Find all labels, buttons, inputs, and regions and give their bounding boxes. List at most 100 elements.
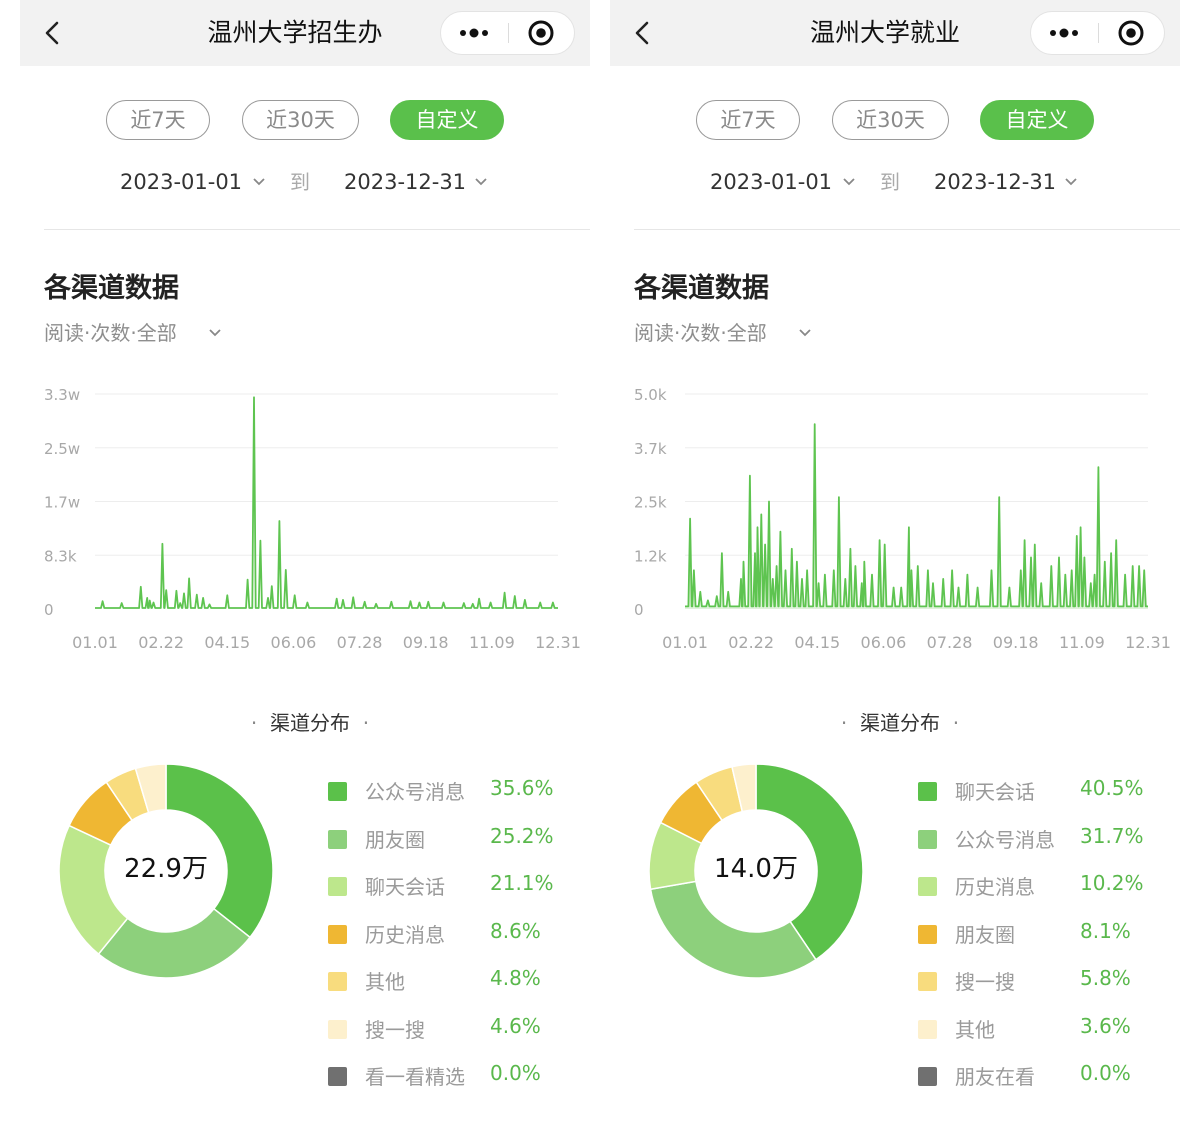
legend-swatch (328, 1019, 347, 1039)
y-tick-label: 1.7w (44, 494, 80, 512)
x-tick-label: 07.28 (927, 633, 973, 652)
total-value: 22.9万 (124, 854, 208, 884)
legend-percent: 4.8% (490, 966, 541, 990)
x-tick-label: 01.01 (662, 633, 708, 652)
legend-item: 聊天会话 40.5% (918, 772, 1178, 812)
date-separator: 到 (290, 170, 310, 194)
legend-item: 聊天会话 21.1% (328, 867, 588, 907)
legend-swatch (918, 924, 937, 944)
tab-7-days[interactable]: 近7天 (106, 100, 210, 140)
y-tick-label: 0 (634, 601, 644, 619)
y-tick-label: 2.5w (44, 440, 80, 458)
legend-item: 其他 4.8% (328, 962, 588, 1002)
tab-30-days[interactable]: 近30天 (832, 100, 949, 140)
divider (634, 229, 1180, 230)
back-icon[interactable] (630, 18, 654, 48)
legend-percent: 8.1% (1080, 918, 1131, 943)
legend-label: 朋友在看 (955, 1065, 1035, 1089)
legend-percent: 10.2% (1080, 871, 1144, 895)
legend-label: 聊天会话 (365, 875, 445, 899)
distribution-title: · 渠道分布 · (250, 711, 370, 735)
date-separator: 到 (880, 170, 900, 194)
legend-swatch (328, 829, 347, 849)
mini-program-capsule (440, 11, 575, 55)
legend-item: 朋友圈 25.2% (328, 820, 588, 860)
legend-item: 历史消息 10.2% (918, 867, 1178, 907)
legend-label: 历史消息 (955, 875, 1035, 899)
legend-item: 朋友在看 0.0% (918, 1057, 1178, 1097)
series-line (95, 396, 558, 609)
metric-filter-dropdown[interactable]: 阅读·次数·全部 (634, 318, 811, 348)
legend-percent: 0.0% (1080, 1061, 1131, 1085)
legend-swatch (918, 782, 937, 801)
x-tick-label: 04.15 (204, 633, 250, 652)
nav-bar: 温州大学招生办 (20, 0, 590, 66)
legend-label: 聊天会话 (955, 780, 1035, 804)
x-tick-label: 12.31 (1125, 633, 1171, 652)
close-target-icon[interactable] (1099, 12, 1165, 54)
legend-percent: 5.8% (1080, 966, 1131, 990)
back-icon[interactable] (40, 18, 64, 48)
y-tick-label: 8.3k (44, 547, 77, 565)
legend-percent: 4.6% (490, 1013, 541, 1038)
more-icon[interactable] (441, 12, 508, 54)
metric-filter-label: 阅读·次数·全部 (634, 321, 767, 345)
legend-label: 搜一搜 (955, 970, 1015, 994)
legend-item: 公众号消息 31.7% (918, 820, 1178, 860)
date-from-picker[interactable]: 2023-01-01 (120, 166, 270, 198)
tab-7-days[interactable]: 近7天 (696, 100, 800, 140)
chevron-down-icon (843, 178, 855, 186)
legend-item: 其他 3.6% (918, 1010, 1178, 1050)
page-title: 温州大学招生办 (207, 18, 383, 47)
legend-item: 公众号消息 35.6% (328, 772, 588, 812)
chevron-down-icon (475, 178, 487, 186)
legend-item: 搜一搜 4.6% (328, 1010, 588, 1050)
chevron-down-icon (253, 178, 265, 186)
section-title: 各渠道数据 (634, 273, 769, 304)
tab-custom[interactable]: 自定义 (980, 100, 1094, 140)
x-tick-label: 12.31 (535, 633, 581, 652)
x-tick-label: 07.28 (337, 633, 383, 652)
date-from-picker[interactable]: 2023-01-01 (710, 166, 860, 198)
legend-percent: 35.6% (490, 776, 554, 800)
x-tick-label: 02.22 (138, 633, 184, 652)
legend-swatch (918, 972, 937, 991)
date-to-picker[interactable]: 2023-12-31 (344, 166, 494, 198)
line-chart: 0 8.3k 1.7w 2.5w 3.3w 01.01 02.22 04.15 06.06 07.… (44, 386, 581, 652)
line-chart: 0 1.2k 2.5k 3.7k 5.0k 01.01 02.22 04.15 06.06 07.… (634, 386, 1171, 652)
section-title: 各渠道数据 (44, 273, 179, 304)
legend-percent: 31.7% (1080, 823, 1144, 848)
close-target-icon[interactable] (509, 12, 575, 54)
y-tick-label: 1.2k (634, 547, 667, 565)
divider (44, 229, 590, 230)
date-to-picker[interactable]: 2023-12-31 (934, 166, 1084, 198)
tab-30-days[interactable]: 近30天 (242, 100, 359, 140)
x-tick-label: 11.09 (1059, 633, 1105, 652)
page-title: 温州大学就业 (809, 18, 960, 47)
legend-swatch (918, 877, 937, 896)
date-from-text: 2023-01-01 (120, 170, 243, 194)
legend-label: 历史消息 (365, 922, 445, 947)
legend-label: 公众号消息 (365, 780, 465, 804)
legend-label: 朋友圈 (365, 827, 425, 852)
date-from-text: 2023-01-01 (710, 170, 833, 194)
legend-label: 看一看精选 (365, 1065, 465, 1089)
tab-custom[interactable]: 自定义 (390, 100, 504, 140)
legend-swatch (328, 924, 347, 944)
legend-percent: 21.1% (490, 871, 554, 895)
x-tick-label: 02.22 (728, 633, 774, 652)
legend-label: 其他 (365, 970, 405, 994)
distribution-title-text: 渠道分布 (860, 711, 940, 735)
metric-filter-dropdown[interactable]: 阅读·次数·全部 (44, 318, 221, 348)
x-tick-label: 01.01 (72, 633, 118, 652)
donut-slice (649, 880, 817, 979)
x-tick-label: 09.18 (403, 633, 449, 652)
x-tick-label: 04.15 (794, 633, 840, 652)
date-to-text: 2023-12-31 (344, 170, 467, 194)
legend-item: 历史消息 8.6% (328, 915, 588, 955)
more-icon[interactable] (1031, 12, 1098, 54)
legend-percent: 8.6% (490, 918, 541, 943)
x-tick-label: 09.18 (993, 633, 1039, 652)
legend-percent: 40.5% (1080, 776, 1144, 800)
legend-swatch (328, 877, 347, 896)
